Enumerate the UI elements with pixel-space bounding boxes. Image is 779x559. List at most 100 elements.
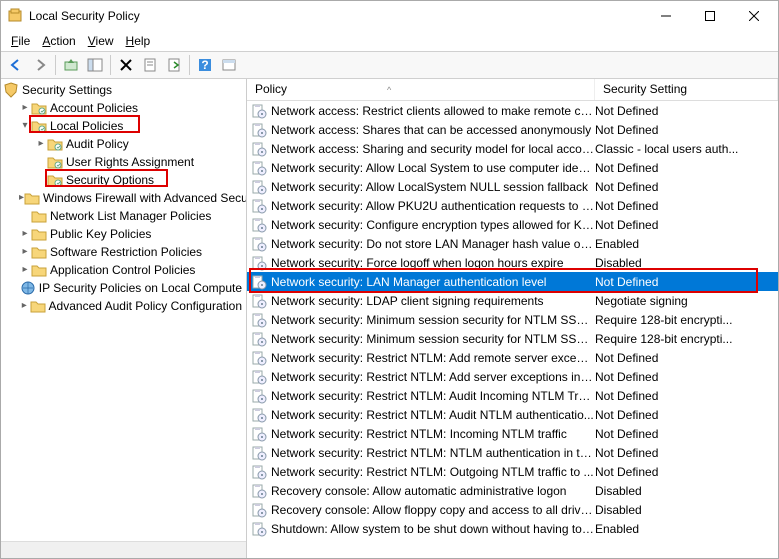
- policy-row[interactable]: Recovery console: Allow floppy copy and …: [247, 500, 778, 519]
- toolbar: ?: [1, 51, 778, 79]
- tree-item[interactable]: ▸Windows Firewall with Advanced Secu: [1, 189, 246, 207]
- tree-item[interactable]: Security Options: [1, 171, 246, 189]
- help-button[interactable]: ?: [194, 54, 216, 76]
- policy-row[interactable]: Network security: Restrict NTLM: Add rem…: [247, 348, 778, 367]
- policy-row[interactable]: Network access: Restrict clients allowed…: [247, 101, 778, 120]
- menubar: File Action View Help: [1, 31, 778, 51]
- policy-row[interactable]: Network security: Restrict NTLM: Audit N…: [247, 405, 778, 424]
- policy-name: Recovery console: Allow floppy copy and …: [271, 503, 595, 517]
- policy-setting: Not Defined: [595, 465, 778, 479]
- policy-row[interactable]: Network security: LDAP client signing re…: [247, 291, 778, 310]
- policy-row[interactable]: Network security: Minimum session securi…: [247, 329, 778, 348]
- folder-policy-icon: [47, 154, 63, 170]
- show-hide-tree-button[interactable]: [84, 54, 106, 76]
- back-button[interactable]: [5, 54, 27, 76]
- tree-hscroll[interactable]: [1, 541, 246, 558]
- folder-policy-icon: [47, 136, 63, 152]
- menu-view[interactable]: View: [82, 32, 120, 50]
- policy-name: Network security: Allow LocalSystem NULL…: [271, 180, 588, 194]
- policy-name: Network access: Shares that can be acces…: [271, 123, 591, 137]
- list-rows[interactable]: Network access: Restrict clients allowed…: [247, 101, 778, 558]
- tree-item[interactable]: ▸Audit Policy: [1, 135, 246, 153]
- policy-row[interactable]: Network security: Restrict NTLM: Add ser…: [247, 367, 778, 386]
- policy-row[interactable]: Network security: Allow PKU2U authentica…: [247, 196, 778, 215]
- policy-name: Network security: Force logoff when logo…: [271, 256, 564, 270]
- tree-item[interactable]: Network List Manager Policies: [1, 207, 246, 225]
- policy-name: Network security: Restrict NTLM: Outgoin…: [271, 465, 594, 479]
- tree-item[interactable]: ▸Advanced Audit Policy Configuration: [1, 297, 246, 315]
- tree-item[interactable]: ▸ Software Restriction Policies: [1, 243, 246, 261]
- shield-icon: [3, 82, 19, 98]
- tree-pane[interactable]: Security Settings ▸Account Policies▾Loca…: [1, 79, 247, 558]
- tree-root[interactable]: Security Settings: [1, 81, 246, 99]
- minimize-button[interactable]: [644, 2, 688, 30]
- policy-row[interactable]: Network security: Minimum session securi…: [247, 310, 778, 329]
- policy-icon: [251, 369, 267, 385]
- policy-icon: [251, 464, 267, 480]
- folder-policy-icon: [31, 118, 47, 134]
- tree-expander[interactable]: ▸: [19, 102, 31, 114]
- policy-setting: Disabled: [595, 503, 778, 517]
- maximize-button[interactable]: [688, 2, 732, 30]
- menu-help[interactable]: Help: [120, 32, 157, 50]
- tree-item[interactable]: ▾Local Policies: [1, 117, 246, 135]
- policy-icon: [251, 483, 267, 499]
- properties-button[interactable]: [139, 54, 161, 76]
- policy-icon: [251, 521, 267, 537]
- policy-row[interactable]: Network security: Allow LocalSystem NULL…: [247, 177, 778, 196]
- policy-setting: Require 128-bit encrypti...: [595, 332, 778, 346]
- policy-row[interactable]: Shutdown: Allow system to be shut down w…: [247, 519, 778, 538]
- window-title: Local Security Policy: [29, 9, 644, 23]
- column-policy[interactable]: Policy: [247, 79, 595, 100]
- folder-icon: [31, 208, 47, 224]
- tree-item-label: Public Key Policies: [50, 227, 151, 241]
- policy-name: Network security: Restrict NTLM: NTLM au…: [271, 446, 595, 460]
- policy-name: Network security: Minimum session securi…: [271, 313, 595, 327]
- tree-expander[interactable]: ▸: [35, 138, 47, 150]
- policy-row[interactable]: Network security: Restrict NTLM: Audit I…: [247, 386, 778, 405]
- tree-item[interactable]: ▸Application Control Policies: [1, 261, 246, 279]
- close-button[interactable]: [732, 2, 776, 30]
- policy-row[interactable]: Recovery console: Allow automatic admini…: [247, 481, 778, 500]
- policy-setting: Not Defined: [595, 218, 778, 232]
- tree-item[interactable]: ▸ Public Key Policies: [1, 225, 246, 243]
- export-button[interactable]: [163, 54, 185, 76]
- policy-row[interactable]: Network security: Restrict NTLM: NTLM au…: [247, 443, 778, 462]
- menu-file[interactable]: File: [5, 32, 36, 50]
- policy-name: Network security: Restrict NTLM: Incomin…: [271, 427, 567, 441]
- policy-row[interactable]: Network security: Restrict NTLM: Incomin…: [247, 424, 778, 443]
- content-area: Security Settings ▸Account Policies▾Loca…: [1, 79, 778, 558]
- policy-icon: [251, 122, 267, 138]
- menu-action[interactable]: Action: [36, 32, 81, 50]
- tree-expander[interactable]: ▸: [19, 228, 31, 240]
- tree-item[interactable]: ▸Account Policies: [1, 99, 246, 117]
- policy-name: Network security: Minimum session securi…: [271, 332, 595, 346]
- up-button[interactable]: [60, 54, 82, 76]
- policy-icon: [251, 274, 267, 290]
- policy-row[interactable]: Network security: Force logoff when logo…: [247, 253, 778, 272]
- tree-item[interactable]: User Rights Assignment: [1, 153, 246, 171]
- folder-policy-icon: [47, 172, 63, 188]
- tree-item[interactable]: IP Security Policies on Local Compute: [1, 279, 246, 297]
- policy-icon: [251, 255, 267, 271]
- list-pane: Policy Security Setting Network access: …: [247, 79, 778, 558]
- policy-icon: [251, 331, 267, 347]
- policy-row[interactable]: Network security: Configure encryption t…: [247, 215, 778, 234]
- policy-row[interactable]: Network security: LAN Manager authentica…: [247, 272, 778, 291]
- tree-expander[interactable]: ▸: [19, 300, 30, 312]
- policy-row[interactable]: Network access: Sharing and security mod…: [247, 139, 778, 158]
- column-setting[interactable]: Security Setting: [595, 79, 778, 100]
- policy-row[interactable]: Network security: Allow Local System to …: [247, 158, 778, 177]
- tree-expander[interactable]: ▸: [19, 246, 31, 258]
- refresh-button[interactable]: [218, 54, 240, 76]
- policy-setting: Not Defined: [595, 161, 778, 175]
- policy-row[interactable]: Network security: Do not store LAN Manag…: [247, 234, 778, 253]
- policy-row[interactable]: Network access: Shares that can be acces…: [247, 120, 778, 139]
- tree-expander[interactable]: ▾: [19, 120, 31, 132]
- tree-item-label: Software Restriction Policies: [50, 245, 202, 259]
- policy-row[interactable]: Network security: Restrict NTLM: Outgoin…: [247, 462, 778, 481]
- policy-name: Network security: Configure encryption t…: [271, 218, 595, 232]
- tree-expander[interactable]: ▸: [19, 264, 31, 276]
- forward-button[interactable]: [29, 54, 51, 76]
- delete-button[interactable]: [115, 54, 137, 76]
